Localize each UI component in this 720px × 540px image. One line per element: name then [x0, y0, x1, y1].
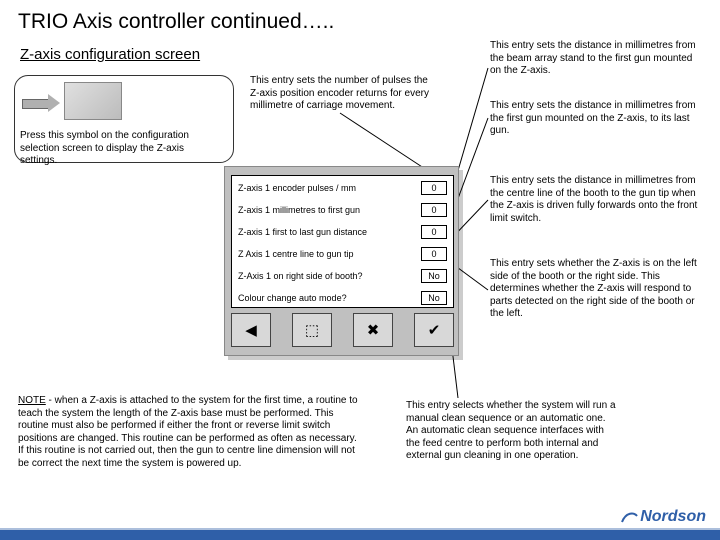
hmi-row-value[interactable]: No	[421, 291, 447, 305]
hmi-screen: Z-axis 1 encoder pulses / mm 0 Z-axis 1 …	[224, 166, 459, 356]
hmi-row: Z Axis 1 centre line to gun tip 0	[232, 242, 453, 264]
hmi-row-label: Z-axis 1 millimetres to first gun	[238, 205, 360, 215]
hmi-row-label: Z-Axis 1 on right side of booth?	[238, 271, 363, 281]
hmi-row: Z-Axis 1 on right side of booth? No	[232, 264, 453, 286]
hmi-list: Z-axis 1 encoder pulses / mm 0 Z-axis 1 …	[231, 175, 454, 308]
arrow-icon	[22, 96, 60, 110]
note-body: - when a Z-axis is attached to the syste…	[18, 395, 358, 469]
callout-encoder-pulses: This entry sets the number of pulses the…	[250, 75, 430, 113]
swoosh-icon	[620, 508, 638, 526]
page-title: TRIO Axis controller continued…..	[18, 10, 334, 34]
callout-right-side: This entry sets whether the Z-axis is on…	[490, 258, 705, 321]
cancel-icon: ✖	[367, 321, 380, 339]
ok-icon: ✔	[428, 321, 441, 339]
config-icon: ⬚	[305, 321, 319, 339]
cancel-button[interactable]: ✖	[353, 313, 393, 347]
footer-bar	[0, 530, 720, 540]
callout-auto-mode: This entry selects whether the system wi…	[406, 400, 616, 463]
hmi-row-value[interactable]: 0	[421, 225, 447, 239]
note-heading: NOTE	[18, 395, 46, 406]
callout-press-symbol: Press this symbol on the configuration s…	[20, 130, 220, 168]
brand-name: Nordson	[640, 508, 706, 526]
callout-beam-to-first: This entry sets the distance in millimet…	[490, 40, 705, 78]
hmi-row-label: Z Axis 1 centre line to gun tip	[238, 249, 354, 259]
hmi-row: Z-axis 1 first to last gun distance 0	[232, 220, 453, 242]
config-button[interactable]: ⬚	[292, 313, 332, 347]
callout-first-to-last: This entry sets the distance in millimet…	[490, 100, 705, 138]
ok-button[interactable]: ✔	[414, 313, 454, 347]
callout-centre-to-tip: This entry sets the distance in millimet…	[490, 175, 705, 225]
hmi-row-value[interactable]: No	[421, 269, 447, 283]
section-heading: Z-axis configuration screen	[20, 46, 200, 63]
hmi-row-value[interactable]: 0	[421, 181, 447, 195]
hmi-button-row: ◀ ⬚ ✖ ✔	[231, 313, 454, 347]
hmi-row: Colour change auto mode? No	[232, 286, 453, 308]
hmi-row: Z-axis 1 encoder pulses / mm 0	[232, 176, 453, 198]
hmi-row-label: Z-axis 1 encoder pulses / mm	[238, 183, 356, 193]
hmi-row-value[interactable]: 0	[421, 203, 447, 217]
hmi-row-label: Z-axis 1 first to last gun distance	[238, 227, 367, 237]
hmi-row-value[interactable]: 0	[421, 247, 447, 261]
z-axis-symbol-icon	[64, 82, 122, 120]
brand-logo: Nordson	[620, 508, 706, 526]
hmi-row-label: Colour change auto mode?	[238, 293, 347, 303]
hmi-row: Z-axis 1 millimetres to first gun 0	[232, 198, 453, 220]
back-button[interactable]: ◀	[231, 313, 271, 347]
note-text: NOTE - when a Z-axis is attached to the …	[18, 395, 358, 470]
back-icon: ◀	[245, 321, 257, 339]
